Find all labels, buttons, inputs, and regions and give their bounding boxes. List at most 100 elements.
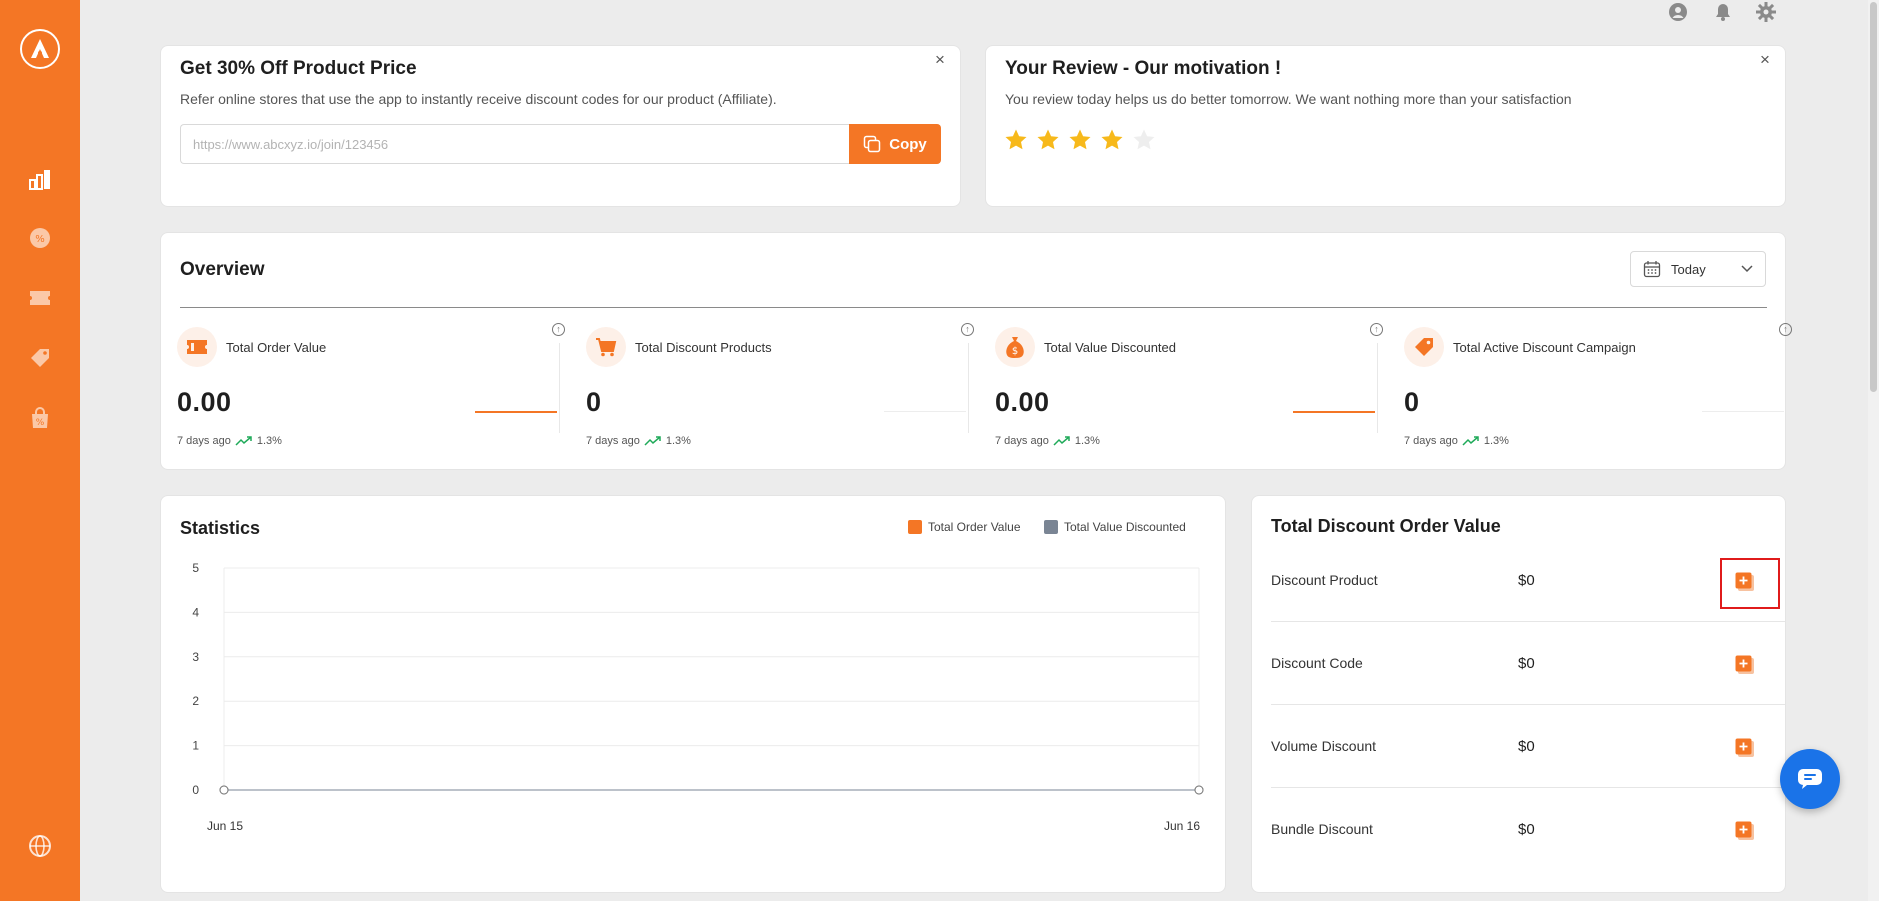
close-icon[interactable]: × [1758,51,1772,68]
metric-period: 7 days ago [1404,435,1458,447]
discount-row-code: Discount Code $0 [1271,622,1785,705]
statistics-title: Statistics [180,518,261,538]
legend-label: Total Order Value [928,520,1021,534]
y-tick-label: 3 [192,650,199,664]
metric-change: 1.3% [1483,435,1509,447]
close-icon[interactable]: × [933,51,947,68]
legend-item-total-order-value[interactable]: Total Order Value [908,520,1021,534]
info-icon[interactable]: ↑ [1779,323,1792,336]
metric-period: 7 days ago [586,435,640,447]
ticket-icon[interactable] [26,284,54,312]
statistics-card: Statistics Total Order Value Total Value… [160,495,1226,893]
metric-total-value-discounted: $ Total Value Discounted ↑ 0.00 7 days a… [995,323,1383,447]
data-point [1194,785,1204,795]
y-tick-label: 1 [192,739,199,753]
star-filled-icon[interactable] [1068,128,1092,152]
y-tick-label: 0 [192,783,199,797]
add-volume-discount-button[interactable] [1734,737,1756,759]
star-filled-icon[interactable] [1036,128,1060,152]
price-tag-icon[interactable] [26,344,54,372]
date-range-value: Today [1671,261,1706,277]
date-range-select[interactable]: Today [1630,251,1766,287]
metric-total-active-discount-campaign: Total Active Discount Campaign ↑ 0 7 day… [1404,323,1792,447]
review-title: Your Review - Our motivation ! [1005,58,1282,79]
page-scrollbar[interactable] [1868,0,1879,901]
affiliate-subtitle: Refer online stores that use the app to … [180,91,777,107]
review-card: Your Review - Our motivation ! You revie… [985,45,1786,207]
metric-separator [968,343,969,433]
legend-swatch [908,520,922,534]
discount-row-product: Discount Product $0 [1271,539,1785,622]
trend-up-icon [235,436,252,446]
statistics-chart: 0 1 2 3 4 5 Jun 15 Jun 16 [192,561,1204,833]
legend-label: Total Value Discounted [1064,520,1186,534]
info-icon[interactable]: ↑ [1370,323,1383,336]
scrollbar-thumb[interactable] [1870,2,1877,392]
discount-row-label: Volume Discount [1271,738,1377,754]
user-account-icon[interactable] [1666,0,1690,24]
affiliate-title: Get 30% Off Product Price [180,58,417,79]
globe-icon[interactable] [26,832,54,860]
info-icon[interactable]: ↑ [961,323,974,336]
analytics-icon[interactable] [26,165,54,193]
notification-bell-icon[interactable] [1711,0,1735,24]
copy-icon [864,135,881,153]
metric-footer: 7 days ago 1.3% [1404,435,1509,447]
sidebar: % % [0,0,80,901]
star-empty-icon[interactable] [1132,128,1156,152]
metric-footer: 7 days ago 1.3% [586,435,691,447]
metric-value: 0.00 [995,387,1050,417]
y-tick-label: 4 [192,605,199,619]
metric-footer: 7 days ago 1.3% [995,435,1100,447]
discount-row-label: Bundle Discount [1271,821,1373,837]
info-icon[interactable]: ↑ [552,323,565,336]
app-logo-icon[interactable] [20,29,60,69]
chat-bubble-icon [1798,769,1822,789]
discount-row-label: Discount Product [1271,572,1378,588]
x-tick-label: Jun 16 [1164,819,1200,833]
star-rating[interactable] [1004,128,1156,152]
metric-separator [1377,343,1378,433]
svg-text:%: % [35,234,45,245]
ticket-icon [177,327,217,367]
discount-row-label: Discount Code [1271,655,1363,671]
overview-title: Overview [180,259,265,280]
sparkline [884,411,966,412]
sparkline [1293,411,1375,413]
legend-item-total-value-discounted[interactable]: Total Value Discounted [1044,520,1186,534]
metric-period: 7 days ago [995,435,1049,447]
metric-label: Total Discount Products [635,340,772,355]
highlight-box [1720,558,1780,609]
cart-icon [586,327,626,367]
discount-badge-icon[interactable]: % [26,224,54,252]
calendar-icon [1643,261,1661,278]
discount-row-bundle: Bundle Discount $0 [1271,788,1785,871]
star-filled-icon[interactable] [1100,128,1124,152]
metric-separator [559,343,560,433]
discount-row-value: $0 [1518,655,1535,672]
metric-label: Total Order Value [226,340,327,355]
settings-gear-icon[interactable] [1754,0,1778,24]
affiliate-card: Get 30% Off Product Price Refer online s… [160,45,961,207]
discount-row-volume: Volume Discount $0 [1271,705,1785,788]
metric-change: 1.3% [665,435,691,447]
chat-button[interactable] [1780,749,1840,809]
legend-swatch [1044,520,1058,534]
metric-label: Total Value Discounted [1044,340,1177,355]
star-filled-icon[interactable] [1004,128,1028,152]
trend-up-icon [1462,436,1479,446]
discount-bag-icon[interactable]: % [26,404,54,432]
y-tick-label: 5 [192,561,199,575]
copy-button[interactable]: Copy [849,124,941,164]
metric-change: 1.3% [256,435,282,447]
metric-label: Total Active Discount Campaign [1453,340,1636,355]
sparkline [475,411,557,413]
add-discount-code-button[interactable] [1734,654,1756,676]
metric-value: 0 [1404,387,1420,417]
metric-change: 1.3% [1074,435,1100,447]
add-bundle-discount-button[interactable] [1734,820,1756,842]
svg-text:%: % [36,418,45,428]
affiliate-link-input[interactable] [180,124,850,164]
metric-value: 0 [586,387,602,417]
copy-label: Copy [889,135,927,153]
